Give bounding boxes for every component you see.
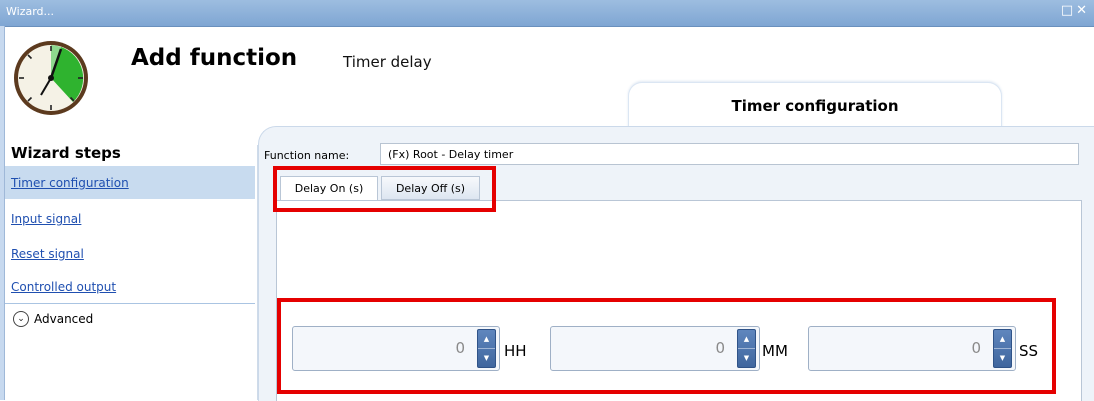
sidebar-item-controlled-output[interactable]: Controlled output [5,270,255,303]
sidebar-item-reset-signal[interactable]: Reset signal [5,237,255,270]
sidebar-title: Wizard steps [11,144,121,162]
tabs-highlight-box [273,166,496,212]
function-name-input[interactable]: (Fx) Root - Delay timer [380,143,1079,165]
advanced-label: Advanced [34,312,94,326]
sidebar-item-label[interactable]: Reset signal [11,247,84,261]
sidebar-item-label[interactable]: Timer configuration [11,176,129,190]
window-titlebar[interactable]: Wizard... □✕ [0,0,1094,27]
function-name-label: Function name: [264,149,350,162]
sidebar-item-label[interactable]: Controlled output [11,280,116,294]
page-subtitle: Timer delay [343,53,432,71]
chevron-down-circle-icon[interactable]: ⌄ [13,311,29,327]
window-controls[interactable]: □✕ [1061,3,1090,18]
timer-clock-icon [11,38,91,122]
sidebar-item-label[interactable]: Input signal [11,212,81,226]
page-title: Add function [131,45,298,71]
sidebar-item-timer-configuration[interactable]: Timer configuration [5,166,255,199]
time-fields-highlight-box [277,298,1056,394]
window-title: Wizard... [6,5,55,18]
advanced-expander[interactable]: ⌄ Advanced [5,303,255,334]
sidebar-item-input-signal[interactable]: Input signal [5,202,255,235]
tab-header-label: Timer configuration [731,97,899,115]
